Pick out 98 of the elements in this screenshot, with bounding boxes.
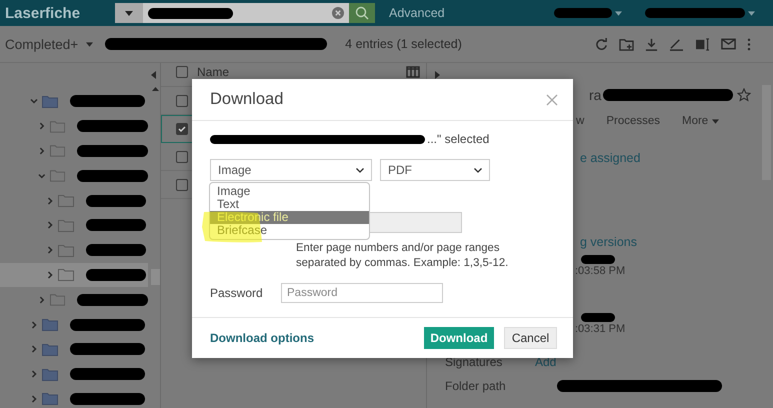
selection-summary: ..." selected: [427, 132, 490, 146]
chevron-right-icon[interactable]: [30, 370, 38, 378]
download-button[interactable]: Download: [424, 327, 494, 349]
redaction-mark: [86, 268, 146, 281]
folder-icon: [58, 194, 74, 208]
close-icon[interactable]: [546, 94, 558, 106]
star-icon[interactable]: [737, 88, 752, 102]
caret-icon: [125, 10, 133, 16]
scroll-up-icon[interactable]: [152, 87, 159, 91]
download-icon[interactable]: [645, 38, 658, 50]
folder-icon: [58, 244, 74, 257]
caret-icon[interactable]: [615, 10, 622, 16]
pen-icon[interactable]: [669, 38, 684, 50]
redaction-mark: [86, 244, 146, 256]
folder-icon: [42, 318, 58, 332]
tree-item[interactable]: [0, 262, 148, 288]
version-time: :03:31 PM: [575, 323, 626, 335]
select-all-checkbox[interactable]: [176, 66, 188, 78]
search-scope-dropdown[interactable]: [115, 3, 143, 23]
check-icon: [178, 125, 186, 133]
cancel-button[interactable]: Cancel: [504, 327, 557, 349]
add-link[interactable]: Add: [535, 355, 556, 369]
clear-icon[interactable]: [332, 7, 344, 19]
chevron-down-icon[interactable]: [38, 172, 46, 180]
new-folder-icon[interactable]: [619, 38, 634, 50]
chevron-right-icon[interactable]: [46, 196, 54, 205]
folder-icon: [58, 218, 74, 232]
redaction-mark: [76, 120, 148, 132]
tab[interactable]: Processes: [606, 115, 660, 127]
folder-icon: [50, 169, 65, 182]
column-header[interactable]: Name: [197, 66, 230, 79]
redaction-mark: [76, 144, 148, 157]
columns-icon[interactable]: [406, 66, 420, 78]
caret-icon[interactable]: [748, 10, 755, 16]
folder-icon: [42, 342, 58, 356]
chevron-right-icon[interactable]: [46, 221, 54, 230]
folder-icon: [50, 144, 65, 158]
chevron-down-icon: [356, 168, 364, 172]
chevron-down-icon[interactable]: [30, 97, 38, 106]
chevron-right-icon[interactable]: [38, 296, 46, 304]
folder-icon: [50, 293, 65, 306]
more-icon[interactable]: [747, 38, 751, 50]
property-label: Signatures: [445, 355, 504, 369]
content-select[interactable]: Image: [210, 159, 372, 181]
redaction-mark: [86, 219, 146, 232]
format-select[interactable]: PDF: [380, 159, 490, 181]
row-checkbox[interactable]: [176, 123, 188, 135]
caret-icon: [712, 118, 720, 124]
assigned-link[interactable]: e assigned: [580, 151, 773, 165]
text-box-icon[interactable]: [695, 38, 710, 50]
chevron-right-icon[interactable]: [30, 320, 38, 329]
redaction-mark: [76, 294, 148, 306]
chevron-down-icon: [474, 168, 482, 172]
chevron-right-icon[interactable]: [38, 146, 46, 155]
collapse-icon[interactable]: [151, 71, 156, 79]
redaction-mark: [86, 194, 146, 207]
redaction-mark: [76, 170, 148, 182]
mail-icon[interactable]: [721, 38, 736, 50]
dropdown-option[interactable]: Image: [210, 185, 369, 198]
dropdown-option[interactable]: Text: [210, 198, 369, 211]
caret-icon[interactable]: [86, 42, 94, 46]
page-range-hint: Enter page numbers and/or page ranges separated by commas. Example: 1,3,5-12.: [296, 241, 510, 271]
row-checkbox[interactable]: [176, 150, 188, 162]
search-field[interactable]: [143, 3, 349, 23]
chevron-right-icon[interactable]: [30, 345, 38, 354]
entry-count: 4 entries (1 selected): [345, 37, 462, 51]
password-label: Password: [210, 286, 264, 300]
scrollbar-thumb[interactable]: [151, 269, 160, 285]
chevron-right-icon[interactable]: [30, 394, 38, 403]
property-label: Folder path: [445, 379, 507, 393]
document-title: ra: [589, 87, 602, 103]
password-field[interactable]: Password: [281, 283, 443, 303]
chevron-right-icon[interactable]: [46, 270, 54, 279]
folder-icon: [42, 392, 58, 406]
download-options-link[interactable]: Download options: [210, 331, 314, 345]
folder-name[interactable]: Completed+: [5, 36, 78, 52]
search-button[interactable]: [349, 3, 375, 23]
row-checkbox[interactable]: [176, 94, 188, 106]
redaction-mark: [581, 313, 615, 322]
row-checkbox[interactable]: [176, 178, 188, 190]
tab[interactable]: More: [682, 115, 720, 127]
refresh-icon[interactable]: [595, 38, 608, 50]
search-icon: [355, 6, 369, 20]
chevron-right-icon[interactable]: [46, 246, 54, 254]
logo[interactable]: Laserfiche: [5, 4, 113, 22]
redaction-mark: [581, 255, 615, 264]
folder-icon: [42, 94, 58, 108]
tab[interactable]: w: [576, 115, 584, 127]
advanced-link[interactable]: Advanced: [389, 6, 445, 20]
folder-icon: [50, 120, 65, 133]
versions-link[interactable]: g versions: [580, 235, 773, 249]
folder-icon: [58, 268, 74, 282]
chevron-right-icon[interactable]: [38, 122, 46, 130]
dialog-title: Download: [210, 90, 284, 109]
folder-icon: [42, 368, 58, 381]
version-time: :03:58 PM: [575, 265, 626, 277]
collapse-icon[interactable]: [435, 71, 440, 79]
redaction-mark: [554, 8, 612, 18]
